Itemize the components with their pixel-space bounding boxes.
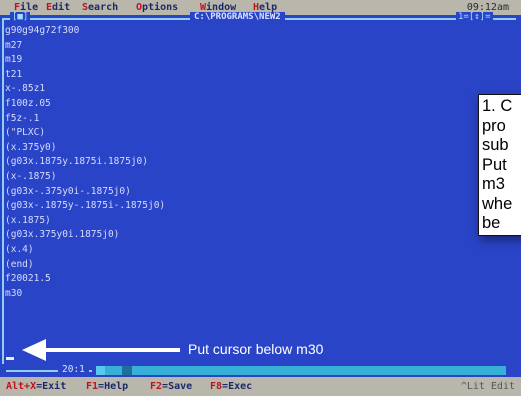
annotation-arrow-layer [22,339,180,361]
left-arrow-icon [22,339,46,361]
arrow-label: Put cursor below m30 [188,341,324,357]
